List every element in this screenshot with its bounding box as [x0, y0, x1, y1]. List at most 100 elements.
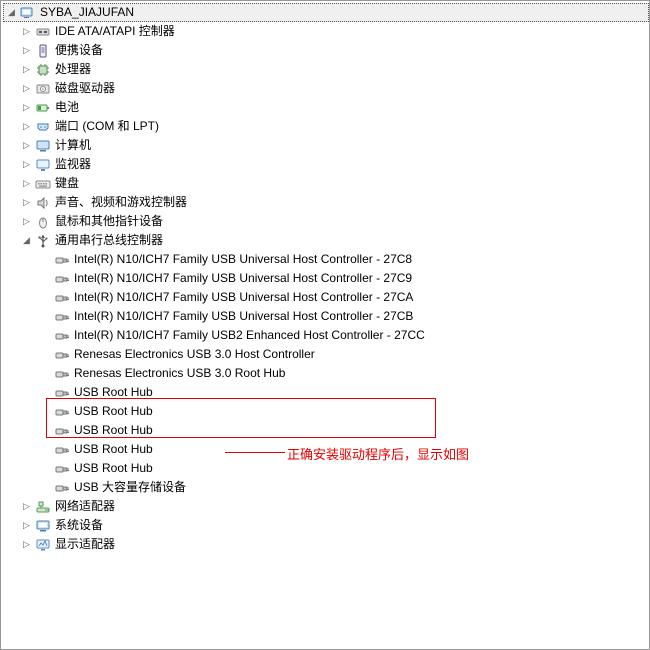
usb-plug-icon	[53, 347, 71, 363]
expand-toggle-icon[interactable]: ▷	[21, 45, 32, 56]
tree-category[interactable]: ◢ 通用串行总线控制器	[3, 231, 649, 250]
usb-plug-icon	[53, 252, 71, 268]
tree-category[interactable]: ▷ 端口 (COM 和 LPT)	[3, 117, 649, 136]
tree-category-label: 鼠标和其他指针设备	[55, 212, 163, 231]
computer-icon	[19, 5, 37, 21]
usb-plug-icon	[53, 480, 71, 496]
tree-category-label: 便携设备	[55, 41, 103, 60]
tree-device[interactable]: Intel(R) N10/ICH7 Family USB Universal H…	[3, 269, 649, 288]
expand-toggle-icon[interactable]: ▷	[21, 140, 32, 151]
usb-plug-icon	[53, 385, 71, 401]
tree-device[interactable]: USB Root Hub	[3, 440, 649, 459]
expand-toggle-icon[interactable]: ▷	[21, 121, 32, 132]
tree-device[interactable]: USB Root Hub	[3, 459, 649, 478]
expand-toggle-icon[interactable]: ▷	[21, 64, 32, 75]
portable-icon	[34, 43, 52, 59]
tree-category[interactable]: ▷ 鼠标和其他指针设备	[3, 212, 649, 231]
sound-icon	[34, 195, 52, 211]
computer-icon	[34, 138, 52, 154]
expand-toggle-icon[interactable]: ▷	[21, 501, 32, 512]
tree-device[interactable]: Intel(R) N10/ICH7 Family USB Universal H…	[3, 250, 649, 269]
tree-device-label: Intel(R) N10/ICH7 Family USB Universal H…	[74, 307, 413, 326]
tree-device-label: USB Root Hub	[74, 459, 153, 478]
usb-plug-icon	[53, 290, 71, 306]
expand-toggle-icon[interactable]: ▷	[21, 102, 32, 113]
usb-plug-icon	[53, 442, 71, 458]
tree-category-label: 端口 (COM 和 LPT)	[55, 117, 159, 136]
tree-category-label: 声音、视频和游戏控制器	[55, 193, 187, 212]
usb-plug-icon	[53, 366, 71, 382]
tree-category[interactable]: ▷ 计算机	[3, 136, 649, 155]
tree-category[interactable]: ▷ 键盘	[3, 174, 649, 193]
tree-device-label: USB Root Hub	[74, 421, 153, 440]
tree-device[interactable]: Renesas Electronics USB 3.0 Host Control…	[3, 345, 649, 364]
tree-category-label: 监视器	[55, 155, 91, 174]
tree-device[interactable]: USB Root Hub	[3, 383, 649, 402]
cpu-icon	[34, 62, 52, 78]
expand-toggle-icon[interactable]: ▷	[21, 197, 32, 208]
mouse-icon	[34, 214, 52, 230]
expand-toggle-icon[interactable]: ▷	[21, 216, 32, 227]
network-icon	[34, 499, 52, 515]
usb-plug-icon	[53, 461, 71, 477]
tree-device-label: Renesas Electronics USB 3.0 Host Control…	[74, 345, 315, 364]
expand-toggle-icon[interactable]: ▷	[21, 520, 32, 531]
usb-plug-icon	[53, 404, 71, 420]
collapse-toggle-icon[interactable]: ◢	[21, 235, 32, 246]
tree-category[interactable]: ▷ 显示适配器	[3, 535, 649, 554]
tree-category[interactable]: ▷ 电池	[3, 98, 649, 117]
tree-device[interactable]: Renesas Electronics USB 3.0 Root Hub	[3, 364, 649, 383]
tree-device[interactable]: USB Root Hub	[3, 402, 649, 421]
tree-root[interactable]: ◢ SYBA_JIAJUFAN	[3, 3, 649, 22]
tree-category-label: 处理器	[55, 60, 91, 79]
tree-category-label: 显示适配器	[55, 535, 115, 554]
expand-toggle-icon[interactable]: ▷	[21, 539, 32, 550]
tree-device-label: USB Root Hub	[74, 402, 153, 421]
tree-category-label: 网络适配器	[55, 497, 115, 516]
tree-device[interactable]: USB 大容量存储设备	[3, 478, 649, 497]
tree-category[interactable]: ▷ 磁盘驱动器	[3, 79, 649, 98]
display-icon	[34, 537, 52, 553]
tree-category-label: 键盘	[55, 174, 79, 193]
tree-device[interactable]: Intel(R) N10/ICH7 Family USB Universal H…	[3, 307, 649, 326]
tree-device-label: USB Root Hub	[74, 383, 153, 402]
tree-category-label: 电池	[55, 98, 79, 117]
tree-root-label: SYBA_JIAJUFAN	[40, 3, 134, 22]
expand-toggle-icon[interactable]: ▷	[21, 159, 32, 170]
tree-category[interactable]: ▷ 声音、视频和游戏控制器	[3, 193, 649, 212]
keyboard-icon	[34, 176, 52, 192]
tree-category-label: IDE ATA/ATAPI 控制器	[55, 22, 175, 41]
tree-category[interactable]: ▷ IDE ATA/ATAPI 控制器	[3, 22, 649, 41]
monitor-icon	[34, 157, 52, 173]
tree-device[interactable]: Intel(R) N10/ICH7 Family USB2 Enhanced H…	[3, 326, 649, 345]
usb-plug-icon	[53, 309, 71, 325]
tree-category-label: 计算机	[55, 136, 91, 155]
tree-category[interactable]: ▷ 处理器	[3, 60, 649, 79]
tree-category-label: 磁盘驱动器	[55, 79, 115, 98]
tree-category[interactable]: ▷ 网络适配器	[3, 497, 649, 516]
port-icon	[34, 119, 52, 135]
tree-device-label: Intel(R) N10/ICH7 Family USB Universal H…	[74, 288, 413, 307]
usb-plug-icon	[53, 423, 71, 439]
tree-device-label: Intel(R) N10/ICH7 Family USB2 Enhanced H…	[74, 326, 425, 345]
tree-category[interactable]: ▷ 监视器	[3, 155, 649, 174]
usb-plug-icon	[53, 271, 71, 287]
tree-category[interactable]: ▷ 系统设备	[3, 516, 649, 535]
tree-category-label: 通用串行总线控制器	[55, 231, 163, 250]
usb-plug-icon	[53, 328, 71, 344]
system-icon	[34, 518, 52, 534]
expand-toggle-icon[interactable]: ▷	[21, 178, 32, 189]
expand-toggle-icon[interactable]: ▷	[21, 26, 32, 37]
tree-device-label: Intel(R) N10/ICH7 Family USB Universal H…	[74, 269, 412, 288]
expand-toggle-icon[interactable]: ▷	[21, 83, 32, 94]
tree-category[interactable]: ▷ 便携设备	[3, 41, 649, 60]
ide-icon	[34, 24, 52, 40]
disk-icon	[34, 81, 52, 97]
tree-category-label: 系统设备	[55, 516, 103, 535]
tree-device-label: USB Root Hub	[74, 440, 153, 459]
expand-toggle-icon[interactable]: ◢	[6, 7, 17, 18]
battery-icon	[34, 100, 52, 116]
tree-device[interactable]: USB Root Hub	[3, 421, 649, 440]
usb-icon	[34, 233, 52, 249]
tree-device[interactable]: Intel(R) N10/ICH7 Family USB Universal H…	[3, 288, 649, 307]
